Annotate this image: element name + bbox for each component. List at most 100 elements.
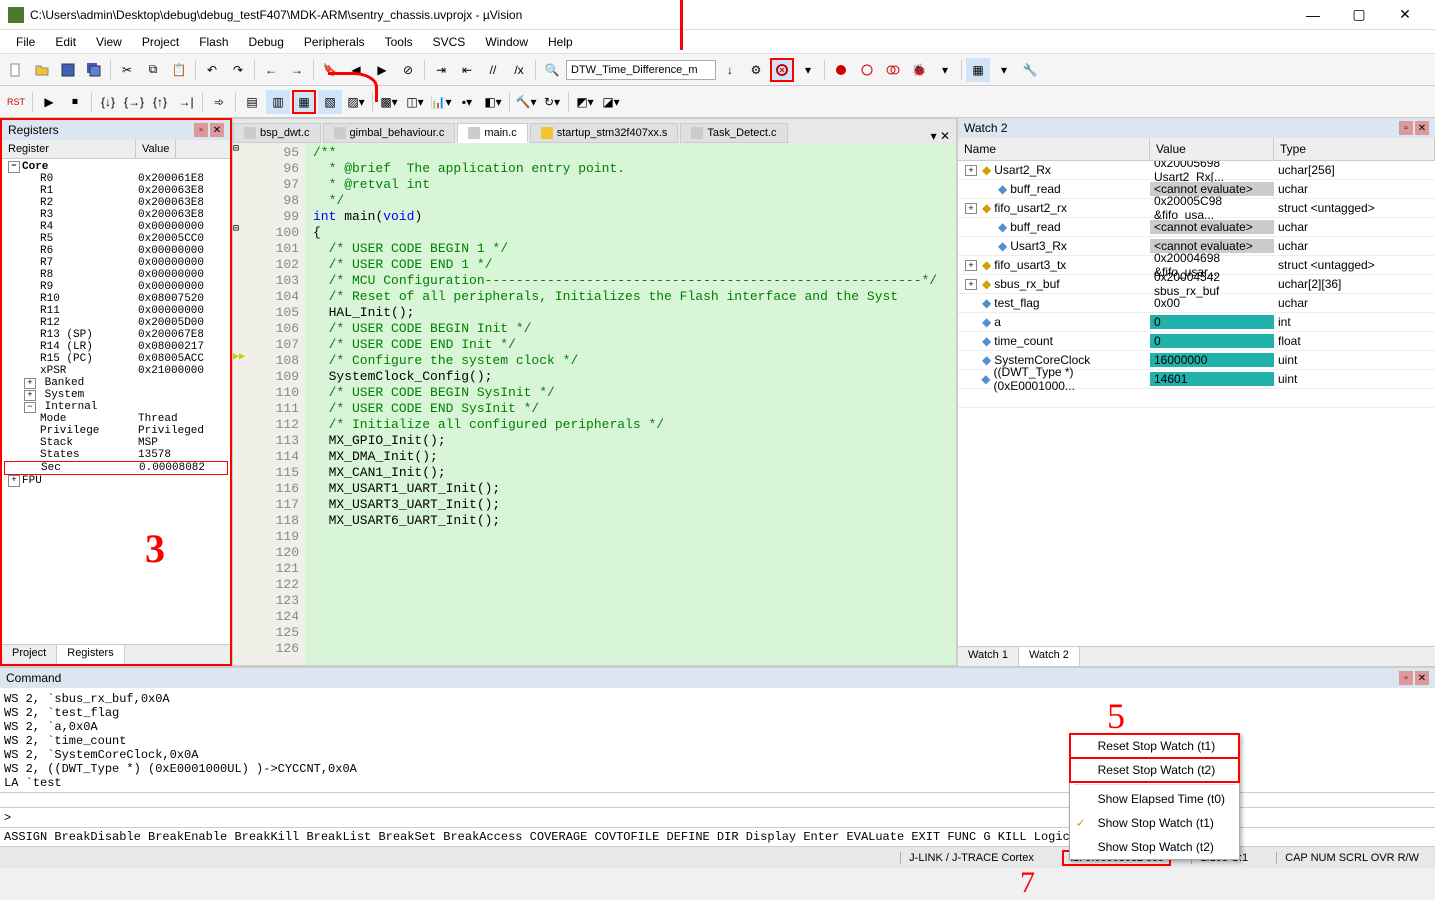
- analysis-window-icon[interactable]: 📊▾: [429, 90, 453, 114]
- watch1-tab[interactable]: Watch 1: [958, 647, 1019, 666]
- watch-row[interactable]: + ◆ fifo_usart2_rx0x20005C98 &fifo_usa..…: [958, 199, 1435, 218]
- step-out-icon[interactable]: {↑}: [148, 90, 172, 114]
- dropdown2-icon[interactable]: ▾: [933, 58, 957, 82]
- window-icon[interactable]: ▦: [966, 58, 990, 82]
- menu-file[interactable]: File: [6, 33, 45, 51]
- save-all-icon[interactable]: [82, 58, 106, 82]
- watch2-tab[interactable]: Watch 2: [1019, 647, 1080, 666]
- update-icon[interactable]: ↻▾: [540, 90, 564, 114]
- search-next-icon[interactable]: ↓: [718, 58, 742, 82]
- new-file-icon[interactable]: [4, 58, 28, 82]
- menu-svcs[interactable]: SVCS: [423, 33, 476, 51]
- uncomment-icon[interactable]: /x: [507, 58, 531, 82]
- nav-back-icon[interactable]: ←: [259, 58, 283, 82]
- command-input[interactable]: [17, 810, 194, 825]
- paste-icon[interactable]: 📋: [167, 58, 191, 82]
- file-tab-gimbal_behaviour.c[interactable]: gimbal_behaviour.c: [323, 123, 456, 143]
- disasm-window-icon[interactable]: ▥: [266, 90, 290, 114]
- nav-fwd-icon[interactable]: →: [285, 58, 309, 82]
- registers-tree[interactable]: − CoreR00x200061E8R10x200063E8R20x200063…: [2, 159, 230, 644]
- find-icon[interactable]: 🔍: [540, 58, 564, 82]
- breakpoint-disable-icon[interactable]: [855, 58, 879, 82]
- config-icon[interactable]: 🔧: [1018, 58, 1042, 82]
- undo-icon[interactable]: ↶: [200, 58, 224, 82]
- find-combo[interactable]: DTW_Time_Difference_m: [566, 60, 716, 80]
- command-window-icon[interactable]: ▤: [240, 90, 264, 114]
- menu-view[interactable]: View: [86, 33, 132, 51]
- comment-icon[interactable]: //: [481, 58, 505, 82]
- ctx-show-elapsed-time-t0-[interactable]: Show Elapsed Time (t0): [1070, 787, 1239, 811]
- run-icon[interactable]: ▶: [37, 90, 61, 114]
- watch-pin-icon[interactable]: ▫: [1399, 121, 1413, 135]
- run-to-cursor-icon[interactable]: →|: [174, 90, 198, 114]
- memory-window-icon[interactable]: ▩▾: [377, 90, 401, 114]
- save-icon[interactable]: [56, 58, 80, 82]
- perf-icon[interactable]: ◩▾: [573, 90, 597, 114]
- breakpoint-disable-all-icon[interactable]: [881, 58, 905, 82]
- menu-tools[interactable]: Tools: [375, 33, 423, 51]
- menu-help[interactable]: Help: [538, 33, 583, 51]
- show-next-icon[interactable]: ➾: [207, 90, 231, 114]
- reset-icon[interactable]: RST: [4, 90, 28, 114]
- toolbox-icon[interactable]: 🔨▾: [514, 90, 538, 114]
- cmd-close-icon[interactable]: ✕: [1415, 671, 1429, 685]
- file-tab-Task_Detect.c[interactable]: Task_Detect.c: [680, 123, 787, 143]
- watch-close-icon[interactable]: ✕: [1415, 121, 1429, 135]
- ctx-show-stop-watch-t1-[interactable]: ✓Show Stop Watch (t1): [1070, 811, 1239, 835]
- breakpoint-insert-icon[interactable]: [829, 58, 853, 82]
- file-tab-bsp_dwt.c[interactable]: bsp_dwt.c: [233, 123, 321, 143]
- watch-row[interactable]: + ◆ Usart2_Rx0x20005698 Usart2_Rx[...uch…: [958, 161, 1435, 180]
- file-tab-startup_stm32f407xx.s[interactable]: startup_stm32f407xx.s: [530, 123, 679, 143]
- cmd-pin-icon[interactable]: ▫: [1399, 671, 1413, 685]
- ctx-show-stop-watch-t2-[interactable]: Show Stop Watch (t2): [1070, 835, 1239, 859]
- watch-row[interactable]: ◆ a0int: [958, 313, 1435, 332]
- redo-icon[interactable]: ↷: [226, 58, 250, 82]
- menu-edit[interactable]: Edit: [45, 33, 86, 51]
- panel-close-icon[interactable]: ✕: [210, 123, 224, 137]
- project-tab[interactable]: Project: [2, 645, 57, 664]
- registers-panel: Registers ▫✕ Register Value − CoreR00x20…: [0, 118, 232, 666]
- registers-columns: Register Value: [2, 140, 230, 159]
- step-over-icon[interactable]: {→}: [122, 90, 146, 114]
- ctx-reset-stop-watch-t1-[interactable]: Reset Stop Watch (t1): [1070, 734, 1239, 758]
- ctx-reset-stop-watch-t2-[interactable]: Reset Stop Watch (t2): [1070, 758, 1239, 782]
- menu-peripherals[interactable]: Peripherals: [294, 33, 375, 51]
- minimize-button[interactable]: —: [1291, 1, 1335, 29]
- menu-project[interactable]: Project: [132, 33, 189, 51]
- menu-debug[interactable]: Debug: [239, 33, 294, 51]
- debug-start-stop-button[interactable]: [770, 58, 794, 82]
- open-file-icon[interactable]: [30, 58, 54, 82]
- trace-window-icon[interactable]: ▪▾: [455, 90, 479, 114]
- menu-window[interactable]: Window: [475, 33, 538, 51]
- registers-window-button[interactable]: ▦: [292, 90, 316, 114]
- breakpoint-kill-icon[interactable]: 🐞: [907, 58, 931, 82]
- watch-row[interactable]: ◆ time_count0float: [958, 332, 1435, 351]
- step-into-icon[interactable]: {↓}: [96, 90, 120, 114]
- close-button[interactable]: ✕: [1383, 1, 1427, 29]
- code-content[interactable]: /** * @brief The application entry point…: [305, 143, 956, 665]
- watch-row[interactable]: ◆ ((DWT_Type *) (0xE0001000...14601uint: [958, 370, 1435, 389]
- menu-flash[interactable]: Flash: [189, 33, 238, 51]
- bookmark-clear-icon[interactable]: ⊘: [396, 58, 420, 82]
- watch-grid[interactable]: + ◆ Usart2_Rx0x20005698 Usart2_Rx[...uch…: [958, 161, 1435, 646]
- cut-icon[interactable]: ✂: [115, 58, 139, 82]
- copy-icon[interactable]: ⧉: [141, 58, 165, 82]
- code-view[interactable]: ⊟⊟▶▶ 95969798991001011021031041051061071…: [233, 143, 956, 665]
- registers-tab[interactable]: Registers: [57, 645, 124, 664]
- indent-icon[interactable]: ⇥: [429, 58, 453, 82]
- watch-row[interactable]: ◆ test_flag0x00uchar: [958, 294, 1435, 313]
- panel-pin-icon[interactable]: ▫: [194, 123, 208, 137]
- system-viewer-icon[interactable]: ◧▾: [481, 90, 505, 114]
- maximize-button[interactable]: ▢: [1337, 1, 1381, 29]
- dropdown-icon[interactable]: ▾: [796, 58, 820, 82]
- coverage-icon[interactable]: ◪▾: [599, 90, 623, 114]
- watch-title: Watch 2: [964, 121, 1008, 135]
- search-settings-icon[interactable]: ⚙: [744, 58, 768, 82]
- stop-icon[interactable]: ⏹: [63, 90, 87, 114]
- serial-window-icon[interactable]: ◫▾: [403, 90, 427, 114]
- watch-row[interactable]: ◆ buff_read<cannot evaluate>uchar: [958, 218, 1435, 237]
- dropdown3-icon[interactable]: ▾: [992, 58, 1016, 82]
- outdent-icon[interactable]: ⇤: [455, 58, 479, 82]
- watch-row[interactable]: + ◆ sbus_rx_buf0x20004542 sbus_rx_bufuch…: [958, 275, 1435, 294]
- file-tab-main.c[interactable]: main.c: [457, 123, 527, 143]
